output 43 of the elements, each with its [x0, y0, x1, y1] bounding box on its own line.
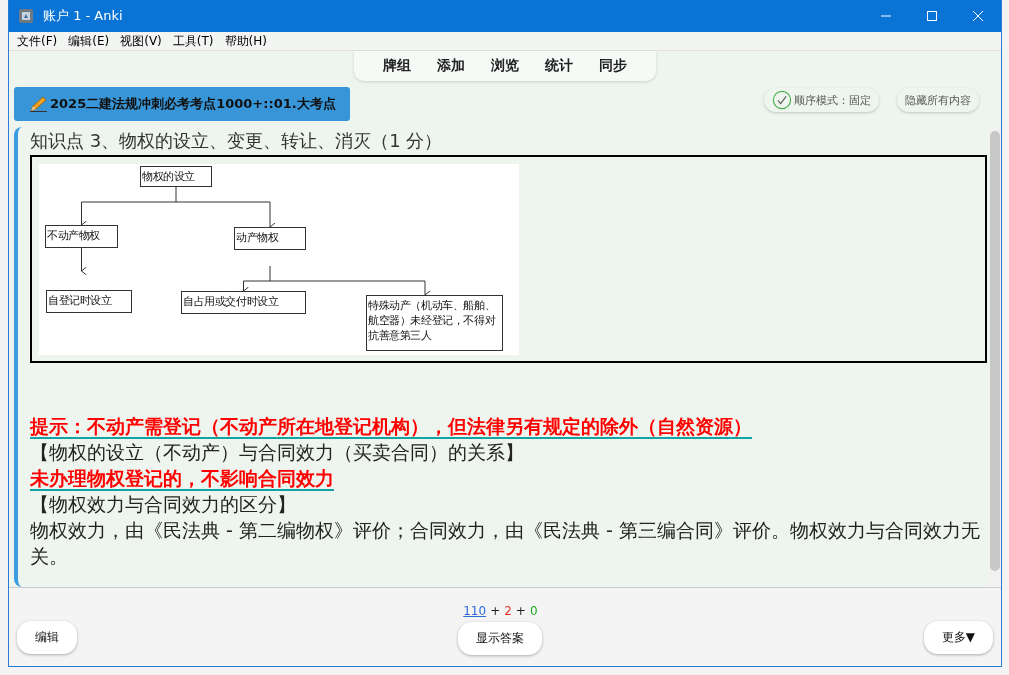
- connector-line: [175, 185, 177, 203]
- diagram-node: 特殊动产（机动车、船舶、航空器）未经登记，不得对抗善意第三人: [366, 295, 503, 351]
- toolbar-link[interactable]: 浏览: [478, 57, 532, 75]
- diagram-node: 不动产物权: [45, 225, 118, 248]
- body-text: 【物权的设立（不动产）与合同效力（买卖合同）的关系】: [30, 440, 525, 465]
- connector-line: [269, 265, 271, 282]
- scrollbar-thumb[interactable]: [990, 131, 1000, 571]
- plus-sign: +: [515, 604, 526, 618]
- highlight-text: 未办理物权登记的，不影响合同效力: [30, 467, 334, 491]
- app-icon: [19, 9, 33, 23]
- card-title: 知识点 3、物权的设立、变更、转让、消灭（1 分）: [30, 129, 444, 153]
- highlight-text: 提示：不动产需登记（不动产所在地登记机构），但法律另有规定的除外（自然资源）: [30, 415, 752, 439]
- toolbar-link[interactable]: 牌组: [370, 57, 424, 75]
- toolbar-link[interactable]: 添加: [424, 57, 478, 75]
- scrollbar[interactable]: [989, 127, 1001, 587]
- deck-button[interactable]: 2025二建法规冲刺必考考点1000+::01.大考点: [14, 87, 350, 121]
- close-icon[interactable]: [973, 11, 983, 21]
- edit-button[interactable]: 编辑: [17, 621, 77, 654]
- diagram-node: 动产物权: [234, 227, 306, 250]
- menu-item[interactable]: 帮助(H): [224, 32, 267, 50]
- new-count: 110: [463, 604, 487, 618]
- toolbar-link[interactable]: 同步: [586, 57, 640, 75]
- diagram-node: 物权的设立: [140, 166, 212, 187]
- window-title: 账户 1 - Anki: [43, 7, 123, 25]
- more-button[interactable]: 更多▼: [923, 621, 993, 654]
- toolbar-link[interactable]: 统计: [532, 57, 586, 75]
- menu-item[interactable]: 视图(V): [120, 32, 162, 50]
- hide-all-button[interactable]: 隐藏所有内容: [897, 88, 979, 112]
- body-text: 【物权效力与合同效力的区分】: [30, 492, 297, 517]
- pencil-icon: [30, 96, 48, 112]
- plus-sign: +: [490, 604, 501, 618]
- show-answer-button[interactable]: 显示答案: [458, 622, 543, 655]
- body-text: 物权效力，由《民法典 - 第二编物权》评价；合同效力，由《民法典 - 第三编合同》评价。物权效力与合同效力无关。: [30, 518, 981, 569]
- connector-arrow: [81, 247, 87, 276]
- menu-item[interactable]: 文件(F): [17, 32, 58, 50]
- learning-count: 2: [504, 604, 512, 618]
- maximize-icon[interactable]: [927, 11, 937, 21]
- diagram-node: 自占用或交付时设立: [181, 291, 306, 314]
- order-mode-button[interactable]: 顺序模式：固定: [764, 88, 879, 112]
- diagram-node: 自登记时设立: [46, 290, 132, 313]
- review-count: 0: [529, 604, 538, 618]
- menu-item[interactable]: 工具(T): [172, 32, 214, 50]
- menu-item[interactable]: 编辑(E): [68, 32, 110, 50]
